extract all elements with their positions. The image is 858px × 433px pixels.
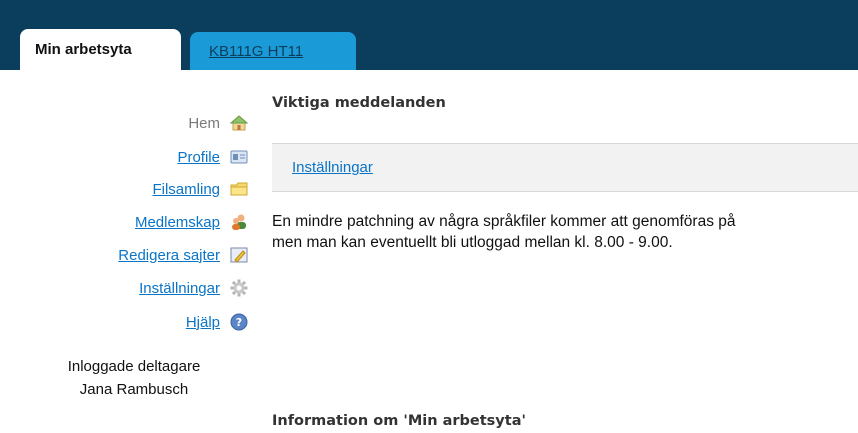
top-navigation-bar: Min arbetsyta KB111G HT11 [0,0,858,70]
tab-label: Min arbetsyta [35,41,132,58]
important-messages-title: Viktiga meddelanden [272,95,446,111]
sidebar-item-label: Hem [188,114,220,132]
sidebar-item-label: Redigera sajter [118,246,220,264]
sidebar-item-label: Inställningar [139,279,220,297]
online-user: Jana Rambusch [79,381,189,398]
people-icon [230,213,248,231]
settings-bar: Inställningar [272,143,858,192]
profile-card-icon [230,148,248,166]
edit-site-icon [230,246,248,264]
help-icon: ? [230,313,248,331]
sidebar-item-label: Hjälp [185,313,220,331]
sidebar-item-medlemskap[interactable]: Medlemskap [135,210,258,234]
svg-text:?: ? [236,316,242,329]
sidebar-item-filsamling[interactable]: Filsamling [152,177,258,201]
tab-min-arbetsyta[interactable]: Min arbetsyta [20,29,181,70]
tab-link[interactable]: KB111G HT11 [209,43,303,60]
message-line: En mindre patchning av några språkfiler … [272,213,736,230]
tab-kb111g-ht11[interactable]: KB111G HT11 [190,32,356,70]
gear-icon [230,279,248,297]
info-title: Information om 'Min arbetsyta' [272,413,526,429]
online-heading: Inloggade deltagare [67,358,201,375]
sidebar-item-label: Profile [177,148,220,166]
settings-link[interactable]: Inställningar [292,159,373,176]
logged-in-participants: Inloggade deltagare Jana Rambusch [34,355,234,401]
message-body: En mindre patchning av några språkfiler … [272,211,858,253]
sidebar-item-hjalp[interactable]: Hjälp ? [186,310,258,334]
folder-icon [230,180,248,198]
sidebar-item-label: Filsamling [152,180,220,198]
home-icon [229,114,249,132]
sidebar-item-installningar[interactable]: Inställningar [139,276,258,300]
sidebar-item-label: Medlemskap [134,213,220,231]
sidebar-item-hem[interactable]: Hem [188,111,258,135]
sidebar-item-redigera-sajter[interactable]: Redigera sajter [118,243,258,267]
message-line: men man kan eventuellt bli utloggad mell… [272,234,673,251]
sidebar-item-profile[interactable]: Profile [177,145,258,169]
